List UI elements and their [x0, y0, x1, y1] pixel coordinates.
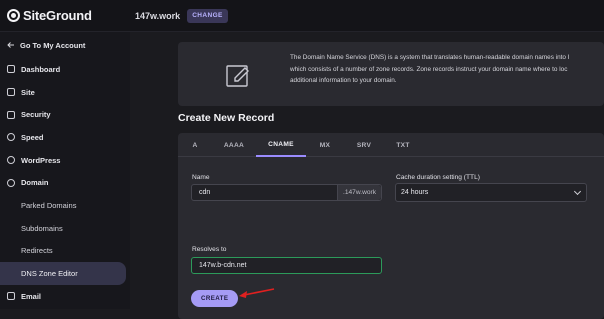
- siteground-logo[interactable]: SiteGround: [7, 8, 125, 23]
- info-line: additional information to your domain.: [290, 77, 397, 85]
- wordpress-icon: [7, 156, 15, 165]
- dns-info-card: The Domain Name Service (DNS) is a syste…: [178, 42, 604, 106]
- record-type-tabs: A AAAA CNAME MX SRV TXT: [178, 133, 604, 157]
- globe-icon: [7, 178, 15, 187]
- resolves-to-label: Resolves to: [192, 246, 227, 253]
- sidebar-item-label: Dashboard: [21, 64, 61, 74]
- sidebar-item-email[interactable]: Email: [0, 285, 130, 308]
- sidebar-item-label: Speed: [21, 132, 44, 142]
- email-icon: [7, 292, 15, 301]
- edit-note-icon: [226, 65, 249, 87]
- name-label: Name: [192, 174, 210, 181]
- sidebar-item-label: Site: [21, 87, 35, 97]
- tab-mx[interactable]: MX: [306, 133, 344, 157]
- change-site-button[interactable]: CHANGE: [187, 8, 228, 23]
- sidebar-item-label: WordPress: [21, 155, 61, 165]
- site-name: 147w.work: [135, 10, 181, 21]
- resolves-to-input-value: 147w.b-cdn.net: [199, 262, 247, 269]
- create-record-card: A AAAA CNAME MX SRV TXT Name cdn .147w.w…: [178, 133, 604, 319]
- go-to-my-account-label: Go To My Account: [20, 40, 86, 50]
- logo-text: SiteGround: [23, 8, 92, 23]
- sidebar-item-label: Domain: [21, 178, 49, 188]
- dashboard-icon: [7, 65, 15, 74]
- annotation-arrow-icon: [239, 288, 275, 298]
- sidebar: Go To My Account Dashboard Site Security…: [0, 32, 130, 309]
- tab-aaaa[interactable]: AAAA: [212, 133, 256, 157]
- sidebar-item-dashboard[interactable]: Dashboard: [0, 58, 130, 81]
- main-content: The Domain Name Service (DNS) is a syste…: [130, 32, 604, 319]
- name-input-value: cdn: [199, 189, 211, 196]
- tab-cname[interactable]: CNAME: [256, 133, 306, 157]
- dns-info-text: The Domain Name Service (DNS) is a syste…: [290, 52, 604, 87]
- sidebar-item-speed[interactable]: Speed: [0, 126, 130, 149]
- sidebar-item-site[interactable]: Site: [0, 81, 130, 104]
- sidebar-item-label: Email: [21, 291, 42, 301]
- tab-srv[interactable]: SRV: [344, 133, 384, 157]
- sidebar-item-domain[interactable]: Domain: [0, 171, 130, 194]
- sidebar-subitem-redirects[interactable]: Redirects: [0, 240, 130, 263]
- sidebar-item-label: Security: [21, 110, 51, 120]
- sidebar-item-wordpress[interactable]: WordPress: [0, 149, 130, 172]
- resolves-to-input[interactable]: 147w.b-cdn.net: [191, 257, 382, 274]
- ttl-select-value: 24 hours: [401, 189, 429, 196]
- siteground-logo-icon: [7, 9, 20, 22]
- info-line: which consists of a number of zone recor…: [290, 65, 568, 73]
- top-bar: SiteGround 147w.work CHANGE: [0, 0, 604, 32]
- sidebar-subitem-dns-zone-editor[interactable]: DNS Zone Editor: [0, 262, 126, 285]
- arrow-left-icon: [7, 42, 14, 48]
- name-input[interactable]: cdn .147w.work: [191, 184, 382, 201]
- lock-icon: [7, 110, 15, 119]
- ttl-label: Cache duration setting (TTL): [396, 174, 480, 181]
- tab-a[interactable]: A: [178, 133, 212, 157]
- chevron-down-icon: [573, 187, 582, 196]
- rocket-icon: [7, 133, 15, 142]
- create-record-title: Create New Record: [178, 112, 275, 124]
- site-icon: [7, 88, 15, 97]
- tab-txt[interactable]: TXT: [384, 133, 422, 157]
- ttl-select[interactable]: 24 hours: [395, 183, 587, 202]
- sidebar-subitem-parked-domains[interactable]: Parked Domains: [0, 194, 130, 217]
- go-to-my-account-link[interactable]: Go To My Account: [0, 32, 130, 58]
- domain-suffix: .147w.work: [337, 185, 381, 200]
- sidebar-subitem-subdomains[interactable]: Subdomains: [0, 217, 130, 240]
- sidebar-item-security[interactable]: Security: [0, 103, 130, 126]
- create-button[interactable]: CREATE: [191, 290, 239, 307]
- info-line: The Domain Name Service (DNS) is a syste…: [290, 54, 570, 61]
